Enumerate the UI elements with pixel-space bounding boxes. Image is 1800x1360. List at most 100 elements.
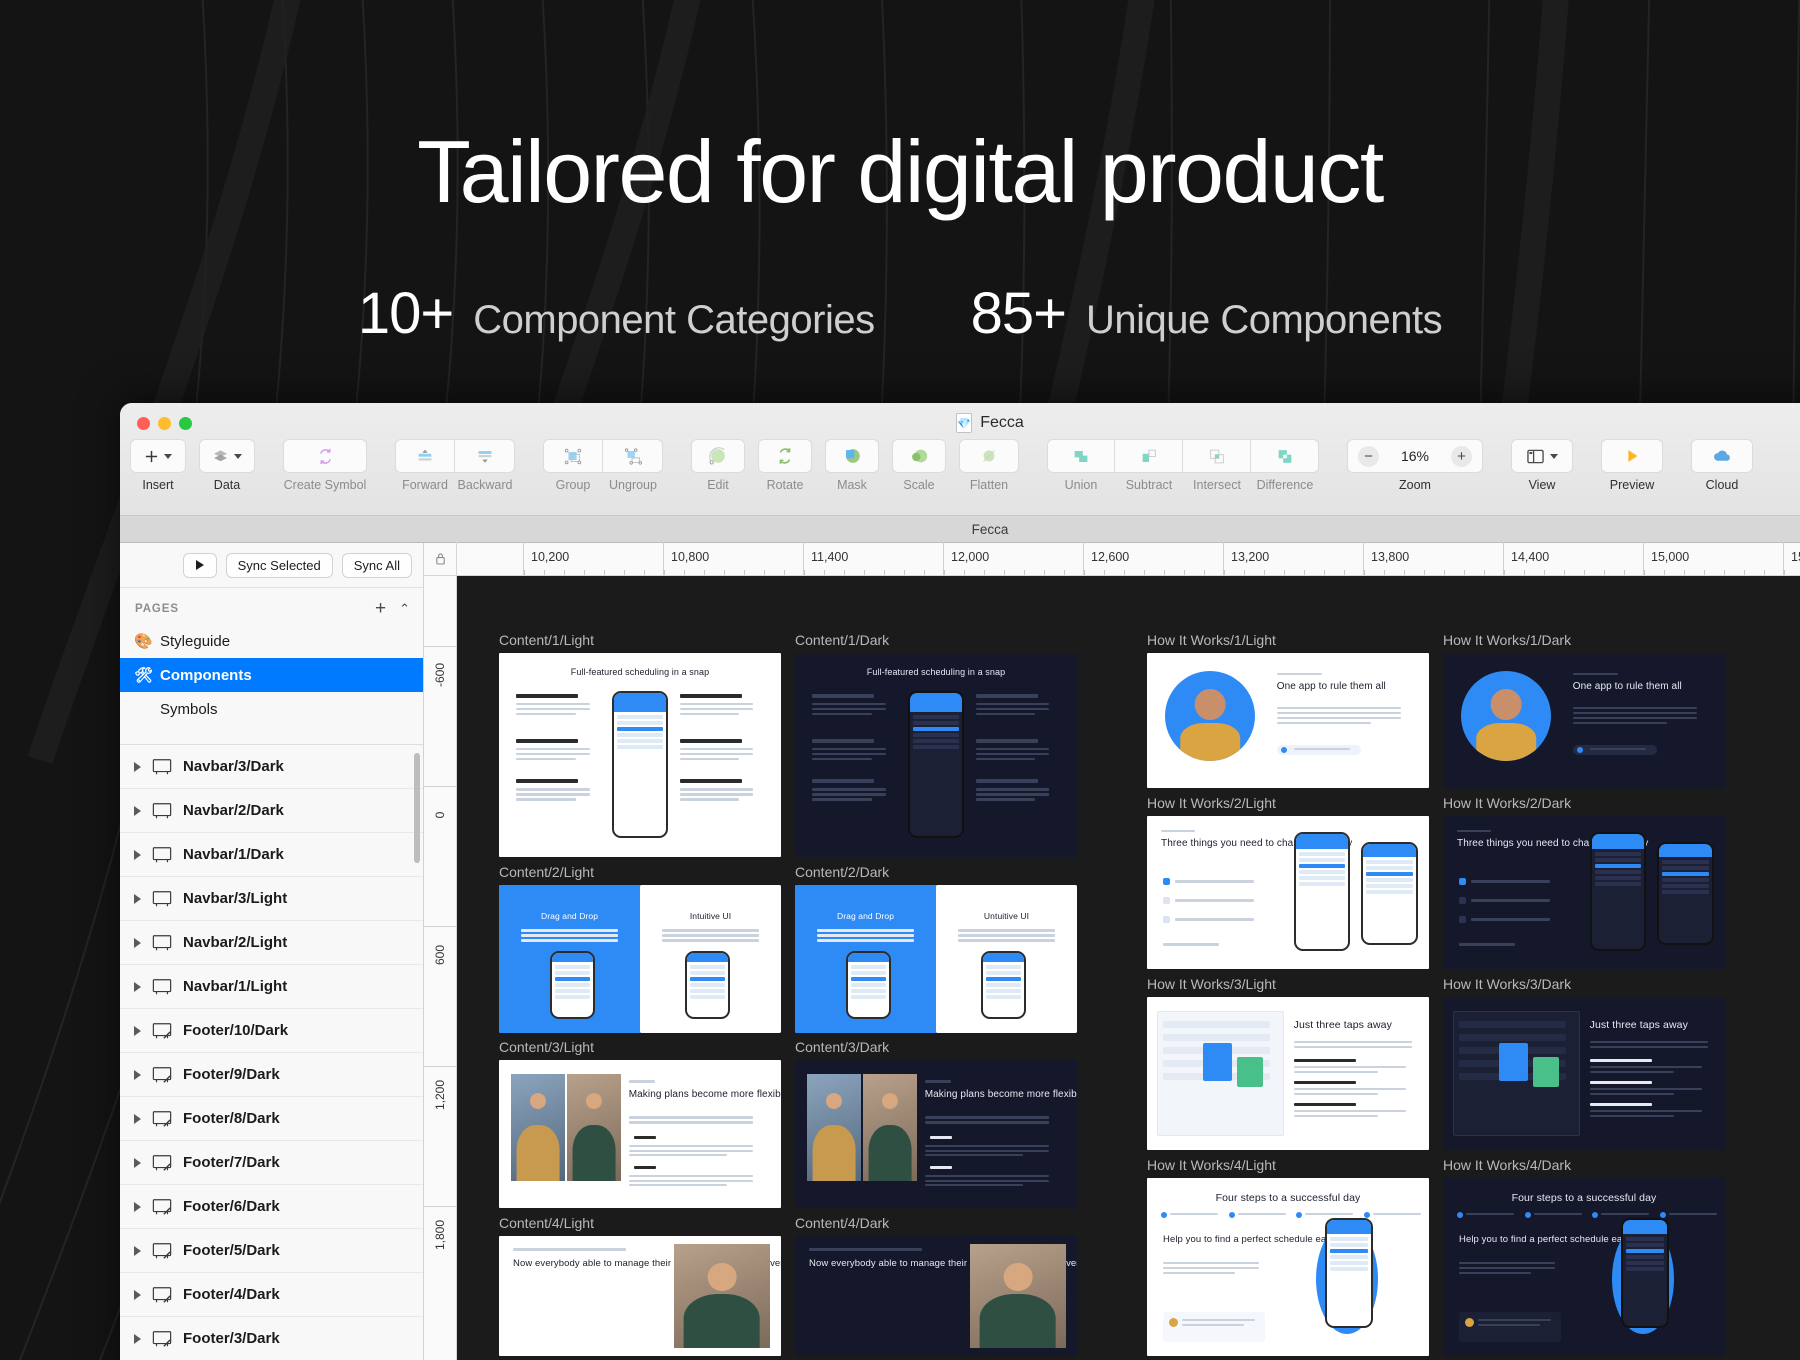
artboard-thumbnail[interactable]: One app to rule them all <box>1443 653 1725 788</box>
flatten-button[interactable] <box>959 439 1019 473</box>
artboard[interactable]: How It Works/2/Dark Three things you need… <box>1443 795 1725 969</box>
disclosure-triangle-icon[interactable] <box>134 1201 141 1212</box>
ruler-lock-cell[interactable] <box>424 542 457 575</box>
send-backward-button[interactable] <box>455 439 515 473</box>
layer-row[interactable]: Footer/3/Dark <box>120 1317 423 1360</box>
layer-row[interactable]: Footer/5/Dark <box>120 1229 423 1273</box>
artboard-label[interactable]: Content/1/Light <box>499 632 781 648</box>
layer-list-scrollbar[interactable] <box>414 753 420 863</box>
difference-button[interactable] <box>1251 439 1319 473</box>
artboard-label[interactable]: Content/1/Dark <box>795 632 1077 648</box>
artboard[interactable]: Content/4/Light Now everybody able to man… <box>499 1215 781 1356</box>
disclosure-triangle-icon[interactable] <box>134 1069 141 1080</box>
artboard-label[interactable]: How It Works/1/Dark <box>1443 632 1725 648</box>
play-button[interactable] <box>182 552 217 578</box>
disclosure-triangle-icon[interactable] <box>134 849 141 860</box>
artboard-label[interactable]: Content/3/Light <box>499 1039 781 1055</box>
artboard[interactable]: Content/1/Dark Full-featured scheduling i… <box>795 632 1077 857</box>
preview-button[interactable] <box>1601 439 1663 473</box>
sync-all-button[interactable]: Sync All <box>341 552 412 578</box>
artboard-thumbnail[interactable]: Just three taps away <box>1147 997 1429 1150</box>
artboard-label[interactable]: How It Works/2/Dark <box>1443 795 1725 811</box>
data-button[interactable] <box>199 439 255 473</box>
page-item-components[interactable]: 🛠 Components <box>120 658 423 692</box>
artboard[interactable]: How It Works/3/Dark Just three taps away <box>1443 976 1725 1150</box>
zoom-in-button[interactable]: + <box>1451 445 1472 467</box>
artboard[interactable]: Content/4/Dark Now everybody able to mana… <box>795 1215 1077 1356</box>
artboard[interactable]: How It Works/4/Light Four steps to a succ… <box>1147 1157 1429 1356</box>
artboard[interactable]: Content/3/Dark Making plans become more f… <box>795 1039 1077 1208</box>
layer-row[interactable]: Navbar/3/Light <box>120 877 423 921</box>
disclosure-triangle-icon[interactable] <box>134 1289 141 1300</box>
create-symbol-button[interactable] <box>283 439 367 473</box>
layer-row[interactable]: Footer/4/Dark <box>120 1273 423 1317</box>
artboard[interactable]: How It Works/3/Light Just three taps away <box>1147 976 1429 1150</box>
zoom-out-button[interactable]: − <box>1358 445 1379 467</box>
page-item-styleguide[interactable]: 🎨 Styleguide <box>120 624 423 658</box>
disclosure-triangle-icon[interactable] <box>134 1333 141 1344</box>
sync-selected-button[interactable]: Sync Selected <box>225 552 333 578</box>
artboard-label[interactable]: How It Works/3/Light <box>1147 976 1429 992</box>
artboard-thumbnail[interactable]: Drag and Drop Intuitive UI <box>499 885 781 1033</box>
disclosure-triangle-icon[interactable] <box>134 1025 141 1036</box>
disclosure-triangle-icon[interactable] <box>134 1113 141 1124</box>
layer-row[interactable]: Footer/10/Dark <box>120 1009 423 1053</box>
artboard[interactable]: Content/2/Dark Drag and Drop Untuitive UI <box>795 864 1077 1033</box>
artboard-thumbnail[interactable]: Just three taps away <box>1443 997 1725 1150</box>
artboard-thumbnail[interactable]: Now everybody able to manage their sched… <box>795 1236 1077 1356</box>
disclosure-triangle-icon[interactable] <box>134 805 141 816</box>
disclosure-triangle-icon[interactable] <box>134 761 141 772</box>
layer-row[interactable]: Footer/9/Dark <box>120 1053 423 1097</box>
insert-button[interactable] <box>130 439 186 473</box>
mask-button[interactable] <box>825 439 879 473</box>
union-button[interactable] <box>1047 439 1115 473</box>
subtract-button[interactable] <box>1115 439 1183 473</box>
artboard[interactable]: Content/1/Light Full-featured scheduling … <box>499 632 781 857</box>
scale-button[interactable] <box>892 439 946 473</box>
artboard-label[interactable]: Content/4/Dark <box>795 1215 1077 1231</box>
collapse-pages-button[interactable]: ⌃ <box>399 601 410 617</box>
artboard-label[interactable]: How It Works/3/Dark <box>1443 976 1725 992</box>
design-canvas[interactable]: Content/1/Light Full-featured scheduling … <box>457 576 1800 1360</box>
artboard[interactable]: How It Works/4/Dark Four steps to a succe… <box>1443 1157 1725 1356</box>
layer-row[interactable]: Footer/7/Dark <box>120 1141 423 1185</box>
artboard-thumbnail[interactable]: Making plans become more flexible <box>499 1060 781 1208</box>
artboard[interactable]: How It Works/1/Dark One app to rule them … <box>1443 632 1725 788</box>
disclosure-triangle-icon[interactable] <box>134 1157 141 1168</box>
layer-row[interactable]: Navbar/2/Light <box>120 921 423 965</box>
artboard-thumbnail[interactable]: Four steps to a successful day Help you t… <box>1147 1178 1429 1356</box>
layer-row[interactable]: Footer/8/Dark <box>120 1097 423 1141</box>
artboard[interactable]: Content/2/Light Drag and Drop Intuitive UI <box>499 864 781 1033</box>
disclosure-triangle-icon[interactable] <box>134 937 141 948</box>
horizontal-ruler[interactable]: 10,200 10,800 11,400 12,000 12,600 13,200 13,8… <box>424 542 1800 576</box>
artboard-thumbnail[interactable]: Making plans become more flexible <box>795 1060 1077 1208</box>
artboard[interactable]: Content/3/Light Making plans become more … <box>499 1039 781 1208</box>
artboard-thumbnail[interactable]: Full-featured scheduling in a snap <box>499 653 781 857</box>
vertical-ruler[interactable]: -600 0 600 1,200 1,800 <box>424 576 457 1360</box>
artboard-thumbnail[interactable]: Three things you need to change your day <box>1147 816 1429 969</box>
layer-row[interactable]: Navbar/2/Dark <box>120 789 423 833</box>
disclosure-triangle-icon[interactable] <box>134 893 141 904</box>
artboard-label[interactable]: How It Works/2/Light <box>1147 795 1429 811</box>
rotate-button[interactable] <box>758 439 812 473</box>
layer-row[interactable]: Navbar/3/Dark <box>120 745 423 789</box>
layer-list[interactable]: Navbar/3/Dark Navbar/2/Dark Navbar/1/Dar… <box>120 744 423 1360</box>
page-item-symbols[interactable]: Symbols <box>120 692 423 726</box>
cloud-button[interactable] <box>1691 439 1753 473</box>
bring-forward-button[interactable] <box>395 439 455 473</box>
group-button[interactable] <box>543 439 603 473</box>
disclosure-triangle-icon[interactable] <box>134 981 141 992</box>
zoom-control[interactable]: − 16% + <box>1347 439 1483 473</box>
artboard-thumbnail[interactable]: Four steps to a successful day Help you t… <box>1443 1178 1725 1356</box>
add-page-button[interactable]: + <box>375 599 386 618</box>
layer-row[interactable]: Navbar/1/Dark <box>120 833 423 877</box>
edit-button[interactable] <box>691 439 745 473</box>
artboard-thumbnail[interactable]: One app to rule them all <box>1147 653 1429 788</box>
artboard-thumbnail[interactable]: Full-featured scheduling in a snap <box>795 653 1077 857</box>
artboard-label[interactable]: How It Works/4/Dark <box>1443 1157 1725 1173</box>
ungroup-button[interactable] <box>603 439 663 473</box>
artboard-thumbnail[interactable]: Drag and Drop Untuitive UI <box>795 885 1077 1033</box>
disclosure-triangle-icon[interactable] <box>134 1245 141 1256</box>
document-tab-strip[interactable]: Fecca <box>120 516 1800 543</box>
artboard-label[interactable]: Content/2/Light <box>499 864 781 880</box>
